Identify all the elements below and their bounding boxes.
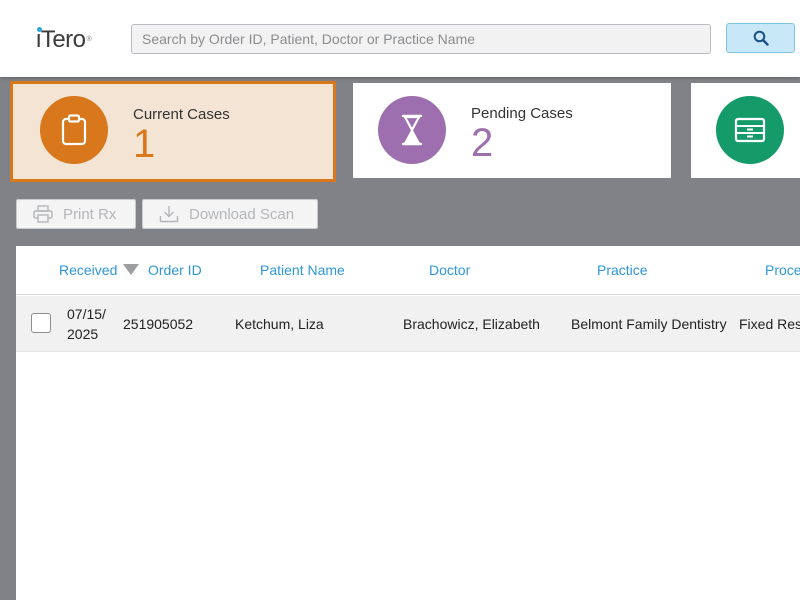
table-header: Received Order ID Patient Name Doctor Pr… [16,246,800,295]
current-cases-icon-circle [40,96,108,164]
itero-logo[interactable]: iTero® [36,26,92,54]
column-header-patient-name[interactable]: Patient Name [260,262,345,278]
hourglass-icon [401,114,423,146]
column-header-doctor[interactable]: Doctor [429,262,470,278]
cell-practice: Belmont Family Dentistry [571,316,727,332]
table-row[interactable]: 07/15/ 2025 251905052 Ketchum, Liza Brac… [16,296,800,352]
search-icon [753,30,769,46]
archived-cases-icon-circle [716,96,784,164]
cases-table: Received Order ID Patient Name Doctor Pr… [16,246,800,600]
column-header-practice[interactable]: Practice [597,262,648,278]
current-cases-title: Current Cases [133,106,230,123]
current-cases-card[interactable]: Current Cases 1 [10,81,336,182]
download-scan-button[interactable]: Download Scan [142,199,318,229]
pending-cases-icon-circle [378,96,446,164]
page: iTero® Current Cases 1 [0,0,800,600]
cell-patient-name: Ketchum, Liza [235,316,324,332]
clipboard-icon [61,114,87,146]
print-rx-button[interactable]: Print Rx [16,199,136,229]
column-header-procedure[interactable]: Proce [765,262,800,278]
cell-order-id: 251905052 [123,316,194,332]
cell-received: 07/15/ 2025 [67,306,106,342]
download-icon [159,205,179,223]
pending-cases-count: 2 [471,121,494,165]
column-header-order-id[interactable]: Order ID [148,262,202,278]
search-button[interactable] [726,23,795,53]
archived-cases-card[interactable] [691,83,800,178]
row-checkbox[interactable] [31,313,51,333]
current-cases-count: 1 [133,122,156,166]
column-header-received[interactable]: Received [59,262,117,278]
download-scan-label: Download Scan [189,205,295,223]
cell-procedure: Fixed Res [739,316,800,332]
logo-text: iTero [36,26,86,53]
search-input[interactable] [131,24,711,54]
archive-icon [734,117,766,143]
cell-doctor: Brachowicz, Elizabeth [403,316,540,332]
pending-cases-title: Pending Cases [471,105,573,122]
printer-icon [33,205,53,223]
sort-descending-icon[interactable] [123,264,139,275]
print-rx-label: Print Rx [63,205,117,223]
pending-cases-card[interactable]: Pending Cases 2 [353,83,671,178]
top-header: iTero® [0,0,800,77]
logo-registered-mark: ® [86,36,92,43]
logo-dot-icon [37,27,42,32]
